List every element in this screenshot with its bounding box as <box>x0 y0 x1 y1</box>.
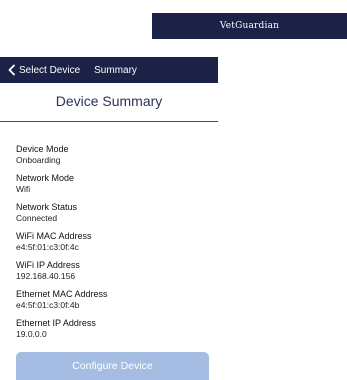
field-value: Wifi <box>16 184 31 194</box>
brand-logo-text: VetGuardian <box>219 21 280 31</box>
field-value: e4:5f:01:c3:0f:4b <box>16 300 80 310</box>
brand-logo-banner: VetGuardian <box>152 13 347 39</box>
device-info-list: Device Mode Onboarding Network Mode Wifi… <box>16 144 216 339</box>
configure-device-button[interactable]: Configure Device <box>16 352 209 380</box>
field-network-status: Network Status Connected <box>16 202 216 223</box>
title-divider <box>0 121 218 122</box>
field-ethernet-mac-address: Ethernet MAC Address e4:5f:01:c3:0f:4b <box>16 289 216 310</box>
field-wifi-ip-address: WiFi IP Address 192.168.40.156 <box>16 260 216 281</box>
field-value: e4:5f:01:c3:0f:4c <box>16 242 79 252</box>
nav-title: Summary <box>94 64 137 76</box>
field-label: Ethernet IP Address <box>16 318 96 328</box>
field-label: Network Status <box>16 202 78 212</box>
field-value: 19.0.0.0 <box>16 329 47 339</box>
back-button[interactable]: Select Device <box>7 64 80 76</box>
field-label: Ethernet MAC Address <box>16 289 108 299</box>
field-value: Onboarding <box>16 155 61 165</box>
chevron-left-icon <box>7 64 17 76</box>
configure-device-label: Configure Device <box>72 360 153 372</box>
field-device-mode: Device Mode Onboarding <box>16 144 216 165</box>
field-wifi-mac-address: WiFi MAC Address e4:5f:01:c3:0f:4c <box>16 231 216 252</box>
page-title: Device Summary <box>55 93 163 109</box>
field-label: WiFi IP Address <box>16 260 80 270</box>
back-button-label: Select Device <box>19 64 81 76</box>
field-label: WiFi MAC Address <box>16 231 92 241</box>
navigation-bar: Select Device Summary <box>0 57 218 83</box>
field-label: Network Mode <box>16 173 75 183</box>
field-ethernet-ip-address: Ethernet IP Address 19.0.0.0 <box>16 318 216 339</box>
field-value: Connected <box>16 213 58 223</box>
field-value: 192.168.40.156 <box>16 271 76 281</box>
field-network-mode: Network Mode Wifi <box>16 173 216 194</box>
device-summary-screen: VetGuardian Select Device Summary Device… <box>0 0 347 380</box>
field-label: Device Mode <box>16 144 69 154</box>
